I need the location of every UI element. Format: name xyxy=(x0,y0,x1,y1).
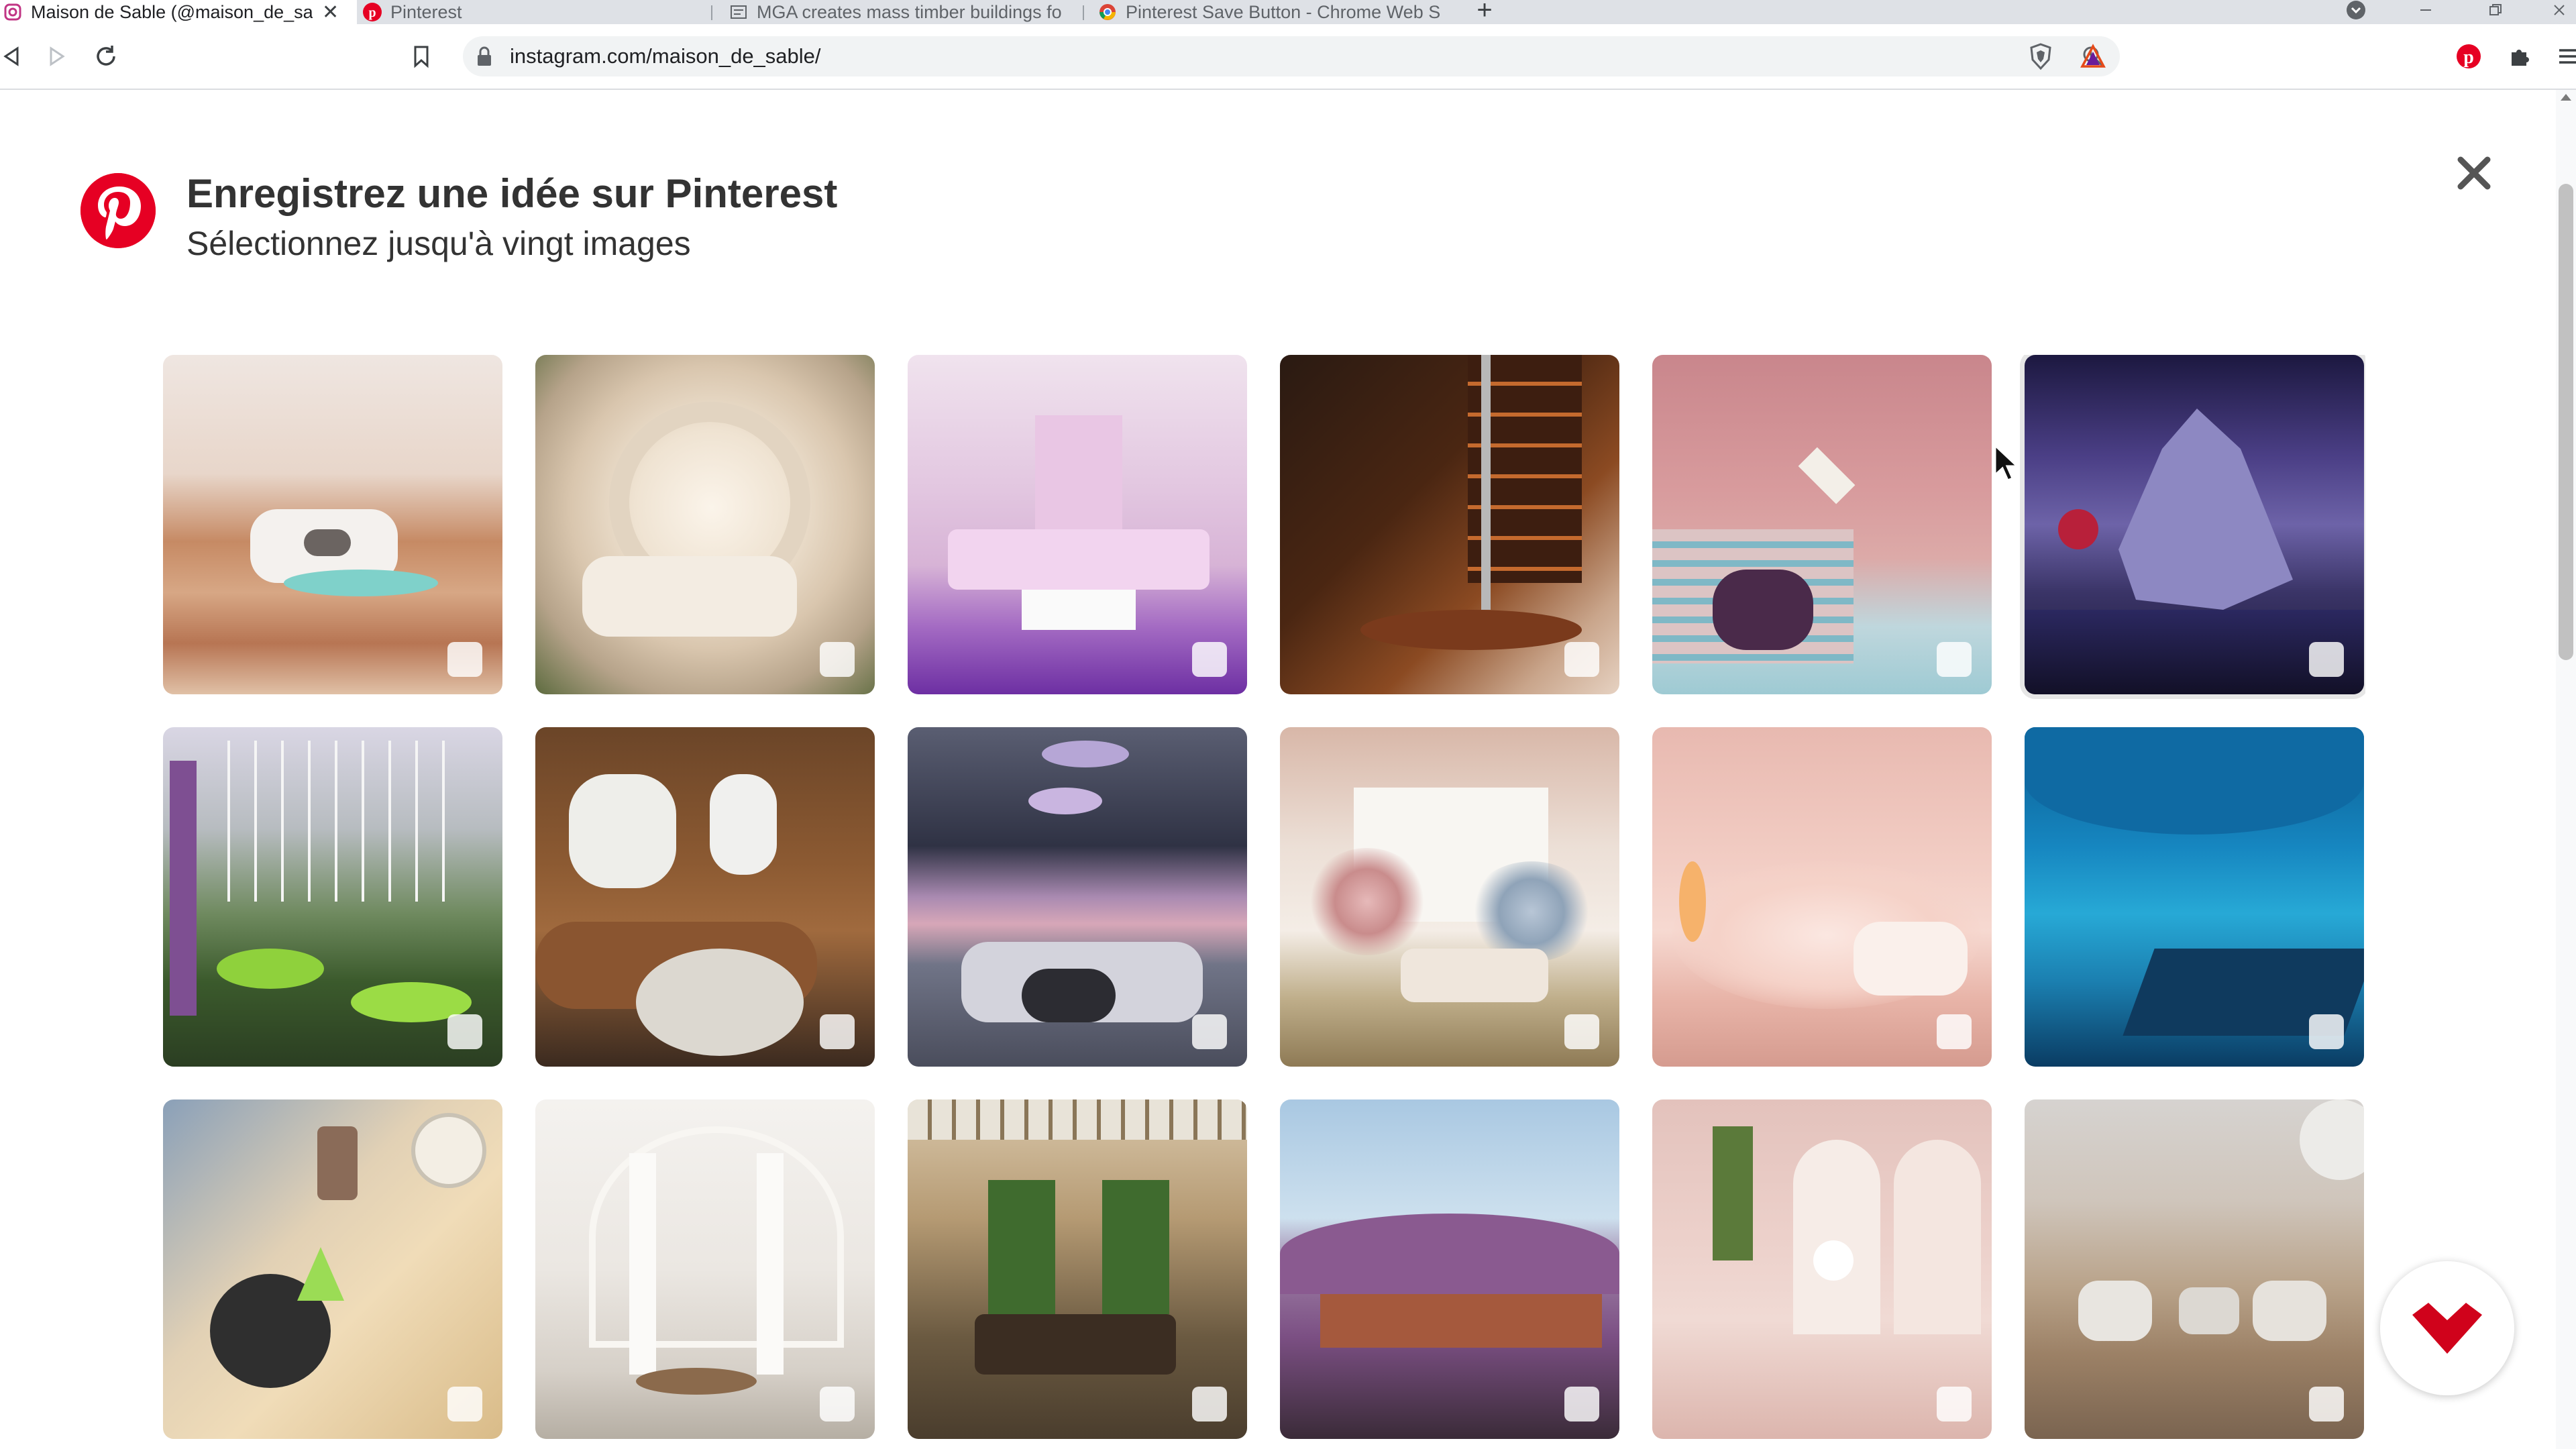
select-checkbox[interactable] xyxy=(447,642,482,677)
image-tile[interactable] xyxy=(535,727,875,1067)
select-checkbox[interactable] xyxy=(1192,1387,1227,1421)
tab-mga[interactable]: MGA creates mass timber buildings fo xyxy=(729,0,1077,24)
select-checkbox[interactable] xyxy=(1564,1387,1599,1421)
brave-rewards-icon[interactable] xyxy=(2072,35,2114,78)
image-tile[interactable] xyxy=(163,1099,502,1439)
pinterest-icon: p xyxy=(362,2,382,22)
page-scrollbar[interactable] xyxy=(2556,90,2576,1449)
select-checkbox[interactable] xyxy=(1937,1387,1972,1421)
image-tile[interactable] xyxy=(1280,355,1619,694)
address-bar[interactable]: instagram.com/maison_de_sable/ xyxy=(463,36,2120,76)
image-tile[interactable] xyxy=(2025,1099,2364,1439)
close-icon xyxy=(2457,156,2491,190)
select-checkbox[interactable] xyxy=(1564,1014,1599,1049)
image-tile[interactable] xyxy=(163,727,502,1067)
svg-text:p: p xyxy=(368,5,376,20)
new-tab-button[interactable]: + xyxy=(1468,0,1501,25)
tab-label: Maison de Sable (@maison_de_sa xyxy=(31,1,313,22)
lock-icon xyxy=(475,46,494,70)
image-tile[interactable] xyxy=(2025,355,2364,694)
bookmark-icon[interactable] xyxy=(400,35,443,78)
image-tile[interactable] xyxy=(535,355,875,694)
image-tile[interactable] xyxy=(2025,727,2364,1067)
select-checkbox[interactable] xyxy=(447,1014,482,1049)
dialog-close-button[interactable] xyxy=(2450,149,2498,197)
image-tile[interactable] xyxy=(1280,727,1619,1067)
browser-tab-strip: Maison de Sable (@maison_de_sa ✕ p Pinte… xyxy=(0,0,2576,25)
select-checkbox[interactable] xyxy=(820,1387,855,1421)
select-checkbox[interactable] xyxy=(1564,642,1599,677)
forward-icon[interactable] xyxy=(35,35,78,78)
select-checkbox[interactable] xyxy=(2309,642,2344,677)
menu-icon[interactable] xyxy=(2546,35,2576,78)
instagram-icon xyxy=(3,2,23,22)
image-tile[interactable] xyxy=(1280,1099,1619,1439)
tab-separator xyxy=(711,5,712,20)
select-checkbox[interactable] xyxy=(1192,642,1227,677)
chrome-web-store-icon xyxy=(1097,2,1118,22)
tab-label: Pinterest Save Button - Chrome Web S xyxy=(1126,1,1441,22)
floating-brand-button[interactable] xyxy=(2380,1261,2514,1395)
pinterest-extension-icon[interactable]: p xyxy=(2447,35,2490,78)
back-icon[interactable] xyxy=(0,35,34,78)
select-checkbox[interactable] xyxy=(2309,1014,2344,1049)
svg-text:p: p xyxy=(2463,47,2474,68)
select-checkbox[interactable] xyxy=(2309,1387,2344,1421)
profile-dropdown-icon[interactable] xyxy=(2339,0,2373,20)
browser-toolbar: instagram.com/maison_de_sable/ p xyxy=(0,24,2576,90)
reload-icon[interactable] xyxy=(85,35,127,78)
minimize-icon[interactable] xyxy=(2408,0,2443,20)
select-checkbox[interactable] xyxy=(1937,1014,1972,1049)
image-tile[interactable] xyxy=(1652,1099,1992,1439)
image-tile[interactable] xyxy=(1652,727,1992,1067)
dialog-title: Enregistrez une idée sur Pinterest xyxy=(186,171,838,216)
select-checkbox[interactable] xyxy=(447,1387,482,1421)
tab-close-button[interactable]: ✕ xyxy=(322,1,339,24)
image-tile[interactable] xyxy=(908,727,1247,1067)
image-tile[interactable] xyxy=(163,355,502,694)
image-tile[interactable] xyxy=(535,1099,875,1439)
tab-label: Pinterest xyxy=(390,1,462,22)
dialog-subtitle: Sélectionnez jusqu'à vingt images xyxy=(186,225,691,262)
select-checkbox[interactable] xyxy=(1192,1014,1227,1049)
select-checkbox[interactable] xyxy=(820,642,855,677)
image-tile[interactable] xyxy=(1652,355,1992,694)
extensions-puzzle-icon[interactable] xyxy=(2498,35,2541,78)
image-tile[interactable] xyxy=(908,355,1247,694)
image-grid xyxy=(163,355,2365,1449)
brave-shield-icon[interactable] xyxy=(2019,35,2062,78)
tab-instagram[interactable]: Maison de Sable (@maison_de_sa ✕ xyxy=(0,0,357,24)
restore-icon[interactable] xyxy=(2478,0,2513,20)
scroll-up-icon[interactable] xyxy=(2561,94,2571,101)
tab-chrome-web-store[interactable]: Pinterest Save Button - Chrome Web S xyxy=(1097,0,1453,24)
tab-pinterest[interactable]: p Pinterest xyxy=(360,0,698,24)
url-text: instagram.com/maison_de_sable/ xyxy=(510,44,821,68)
tab-label: MGA creates mass timber buildings fo xyxy=(757,1,1062,22)
select-checkbox[interactable] xyxy=(820,1014,855,1049)
heart-logo-icon xyxy=(2412,1303,2482,1354)
select-checkbox[interactable] xyxy=(1937,642,1972,677)
site-favicon-icon xyxy=(729,2,749,22)
pinterest-logo-icon xyxy=(80,173,156,248)
image-tile[interactable] xyxy=(908,1099,1247,1439)
mouse-cursor-icon xyxy=(1994,443,2021,484)
window-close-icon[interactable] xyxy=(2542,0,2576,20)
scrollbar-thumb[interactable] xyxy=(2559,184,2573,660)
tab-separator xyxy=(1083,5,1084,20)
